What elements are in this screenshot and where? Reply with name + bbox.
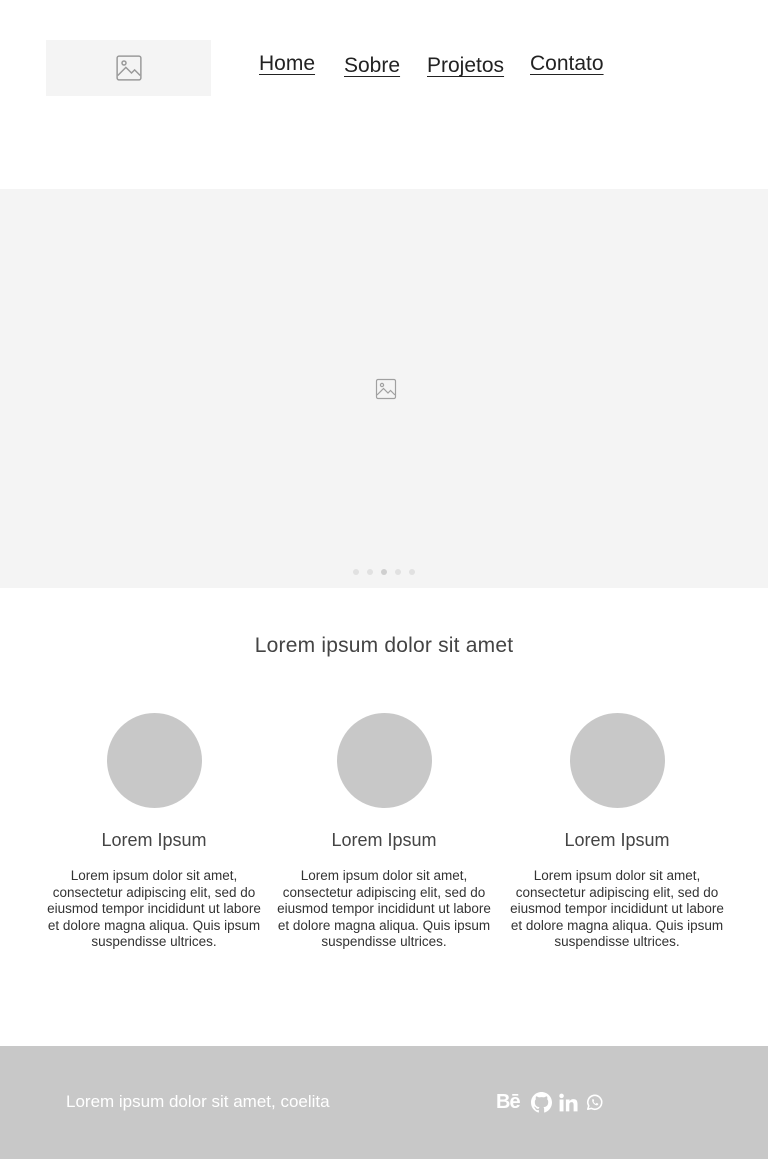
feature-text: Lorem ipsum dolor sit amet, consectetur … [277, 868, 491, 949]
feature-card: Lorem Ipsum Lorem ipsum dolor sit amet, … [507, 713, 727, 951]
feature-text: Lorem ipsum dolor sit amet, consectetur … [47, 868, 261, 949]
feature-image-placeholder [569, 713, 665, 808]
feature-image-placeholder [336, 713, 432, 808]
carousel-dot-active[interactable] [381, 569, 387, 575]
feature-title: Lorem Ipsum [101, 830, 207, 850]
feature-image-placeholder [106, 713, 202, 808]
logo-placeholder[interactable] [46, 40, 211, 96]
nav-contato-link[interactable]: Contato [530, 52, 604, 76]
whatsapp-icon[interactable] [585, 1090, 604, 1114]
hero-carousel[interactable] [0, 189, 768, 588]
nav-sobre-link[interactable]: Sobre [344, 54, 400, 78]
carousel-dot[interactable] [409, 569, 415, 575]
feature-title: Lorem Ipsum [564, 830, 670, 850]
carousel-dot[interactable] [367, 569, 373, 575]
image-placeholder-icon [375, 378, 397, 400]
footer-text: Lorem ipsum dolor sit amet, coelita [66, 1092, 330, 1111]
footer: Lorem ipsum dolor sit amet, coelita Bē [0, 1046, 768, 1159]
nav-projetos-link[interactable]: Projetos [427, 54, 504, 78]
feature-card: Lorem Ipsum Lorem ipsum dolor sit amet, … [274, 713, 494, 951]
linkedin-icon[interactable] [559, 1090, 578, 1114]
image-placeholder-icon [115, 55, 142, 81]
github-icon[interactable] [531, 1090, 552, 1114]
carousel-dots [0, 569, 768, 575]
behance-icon[interactable]: Bē [496, 1090, 521, 1114]
nav-home-link[interactable]: Home [259, 52, 315, 76]
feature-text: Lorem ipsum dolor sit amet, consectetur … [510, 868, 724, 949]
section-title: Lorem ipsum dolor sit amet [254, 634, 514, 657]
carousel-dot[interactable] [395, 569, 401, 575]
feature-title: Lorem Ipsum [331, 830, 437, 850]
carousel-dot[interactable] [353, 569, 359, 575]
feature-card: Lorem Ipsum Lorem ipsum dolor sit amet, … [44, 713, 264, 951]
